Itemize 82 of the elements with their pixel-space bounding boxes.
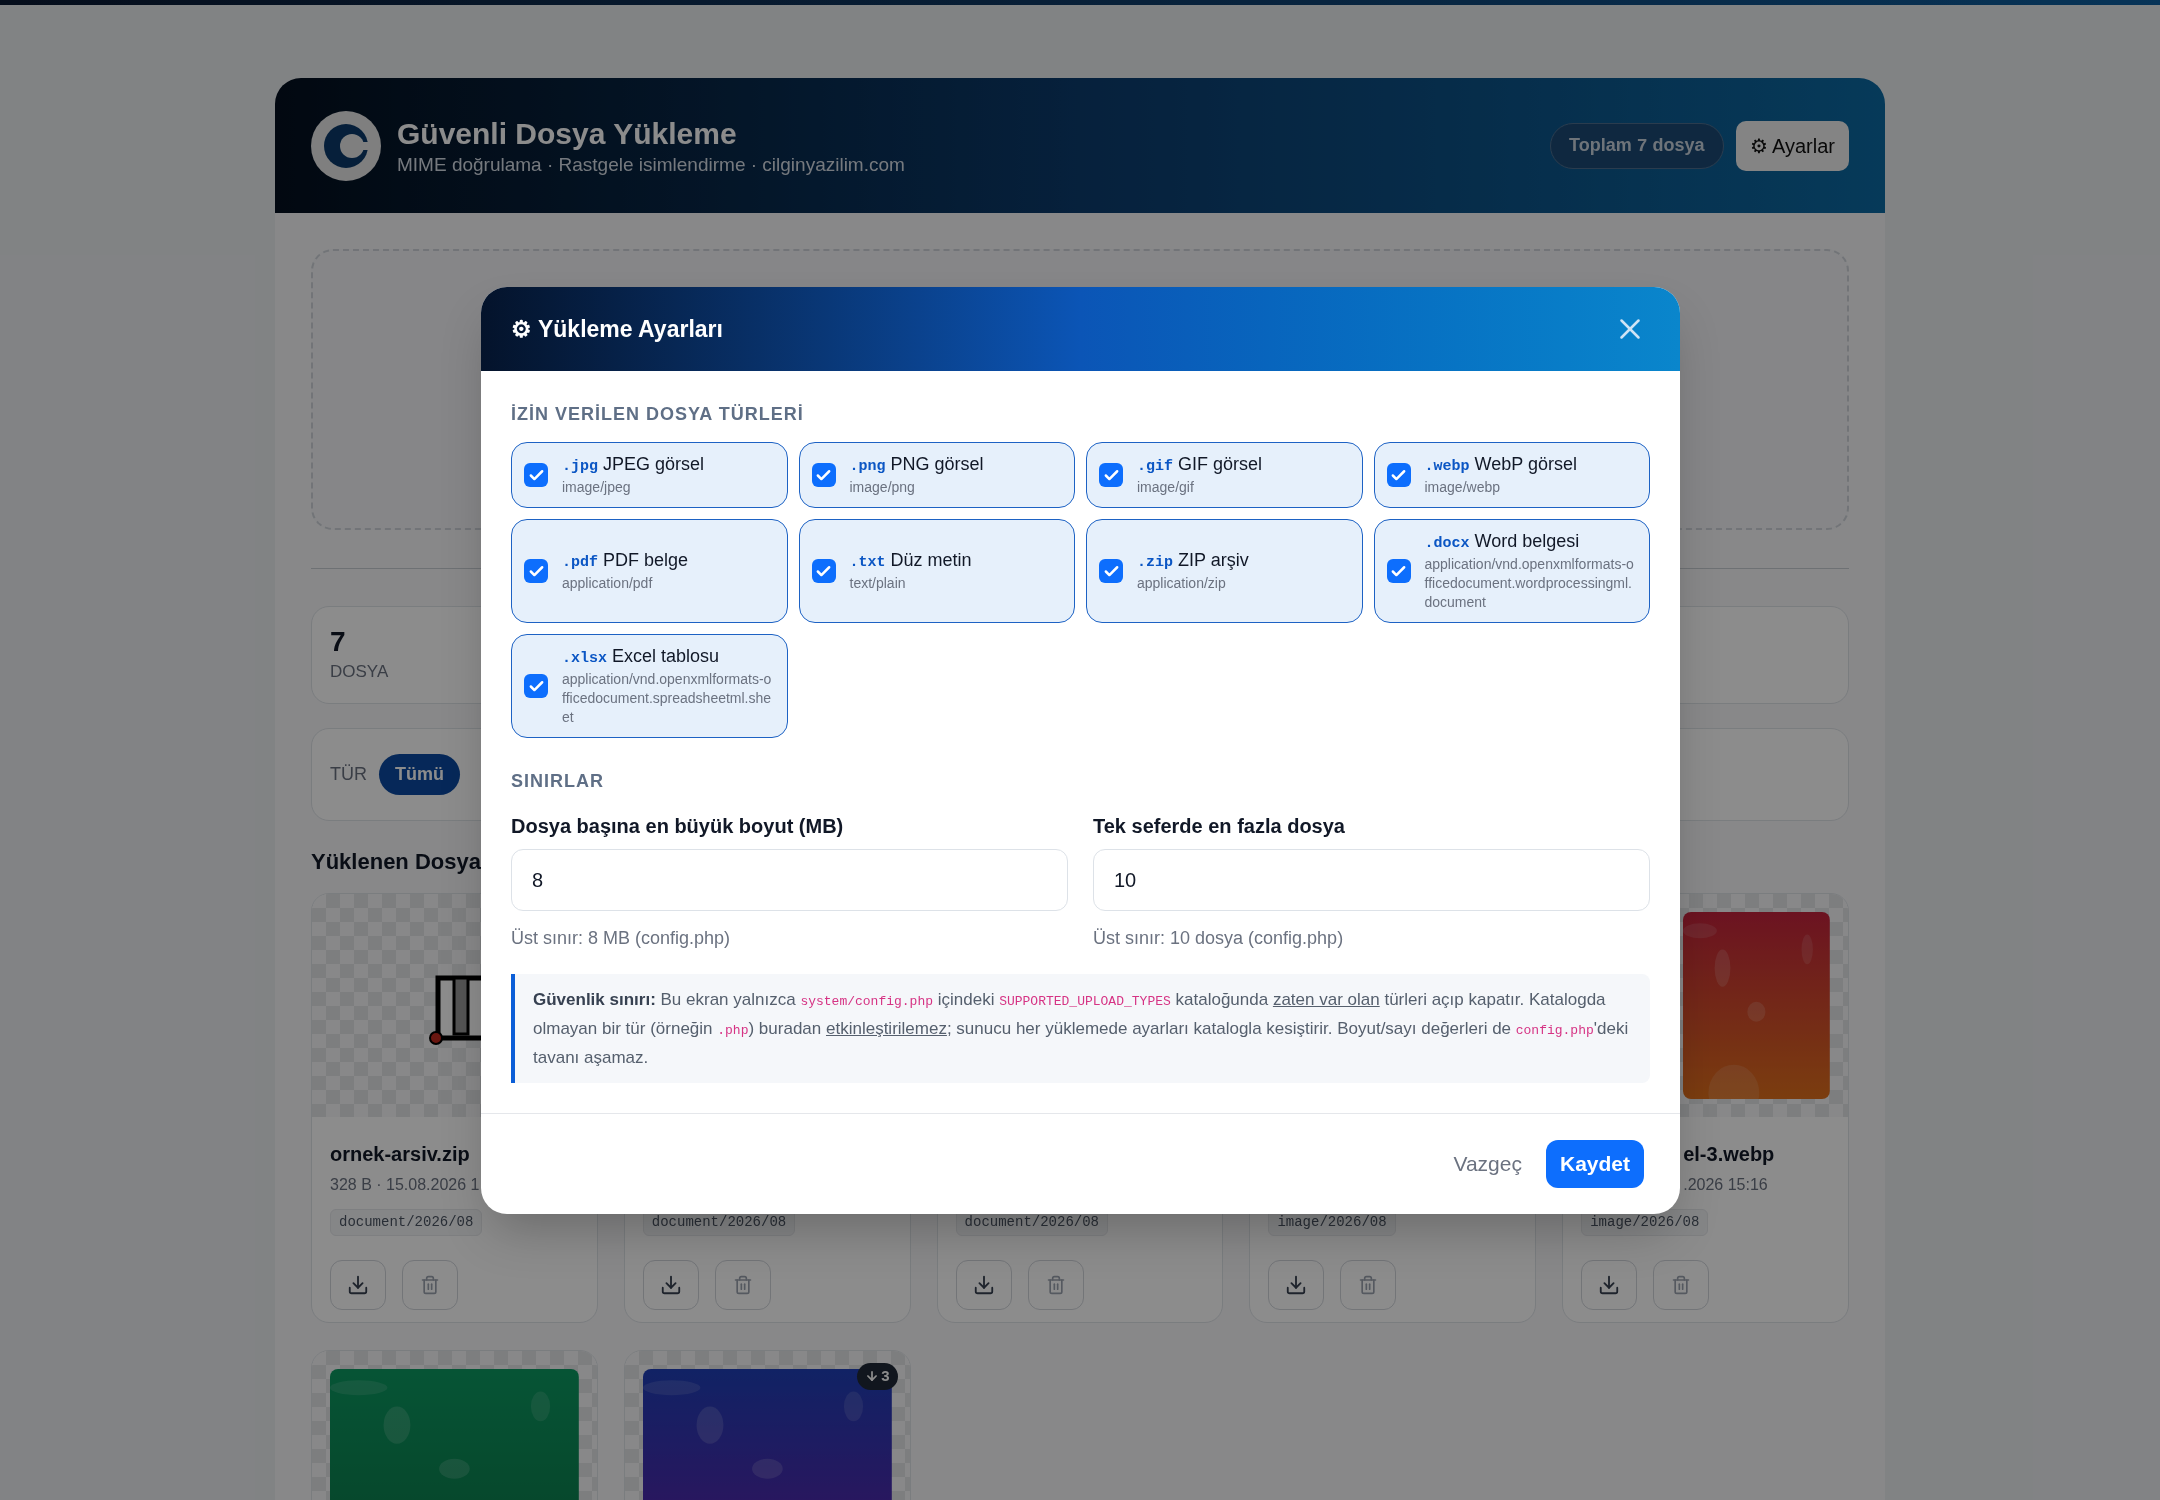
number-field[interactable]: 8: [511, 849, 1068, 911]
download-button[interactable]: [1581, 1260, 1638, 1310]
download-icon: [347, 1274, 369, 1296]
trash-icon: [420, 1275, 440, 1295]
app-subtitle: MIME doğrulama · Rastgele isimlendirme · cilginyazilim.com: [397, 152, 905, 177]
checkbox[interactable]: [524, 559, 548, 583]
mime-type: image/jpeg: [562, 478, 632, 497]
files-heading: Yüklenen Dosya: [311, 848, 481, 876]
download-button[interactable]: [642, 1260, 699, 1310]
file-meta: .2026 15:16: [1683, 1175, 1768, 1195]
type-label: .jpg JPEG görsel: [562, 453, 705, 477]
download-button[interactable]: [1268, 1260, 1325, 1310]
field-help: Üst sınır: 10 dosya (config.php): [1093, 927, 1345, 950]
checkbox[interactable]: [1386, 463, 1411, 487]
field-help: Üst sınır: 8 MB (config.php): [511, 927, 732, 950]
type-label: .webp WebP görsel: [1424, 453, 1577, 477]
file-type-option[interactable]: .png PNG görsel image/png: [798, 442, 1075, 508]
checkbox[interactable]: [1386, 559, 1411, 583]
type-label: .zip ZIP arşiv: [1137, 549, 1249, 573]
folder-tag: document/2026/08: [330, 1209, 483, 1236]
stat-value: 7: [330, 625, 346, 660]
file-meta: 328 B · 15.08.2026 1: [330, 1175, 480, 1195]
trash-icon: [1671, 1275, 1692, 1295]
type-label: .docx Word belgesi: [1424, 530, 1581, 554]
checkbox[interactable]: [524, 463, 548, 487]
file-type-option[interactable]: .webp WebP görsel image/webp: [1373, 442, 1650, 508]
checkbox[interactable]: [811, 463, 836, 487]
file-name: ornek-arsiv.zip: [330, 1142, 470, 1167]
mime-type: image/png: [849, 478, 916, 497]
total-badge: Toplam 7 dosya: [1550, 122, 1724, 169]
trash-icon: [1045, 1275, 1066, 1295]
file-type-option[interactable]: .zip ZIP arşiv application/zip: [1086, 519, 1363, 623]
type-label: .xlsx Excel tablosu: [562, 645, 721, 669]
download-icon: [972, 1274, 995, 1296]
checkbox[interactable]: [524, 674, 548, 698]
field-label: Tek seferde en fazla dosya: [1093, 814, 1346, 839]
type-label: .png PNG görsel: [849, 453, 984, 477]
file-type-option[interactable]: .gif GIF görsel image/gif: [1086, 442, 1363, 508]
save-button[interactable]: Kaydet: [1545, 1140, 1644, 1188]
type-label: .txt Düz metin: [849, 549, 972, 573]
download-button[interactable]: [330, 1260, 386, 1310]
badge-count: 3: [881, 1366, 890, 1386]
limits-heading: SINIRLAR: [511, 770, 605, 793]
mime-type: image/gif: [1137, 478, 1195, 497]
logo-icon: [311, 110, 381, 181]
trash-icon: [732, 1275, 753, 1295]
download-icon: [659, 1274, 682, 1296]
dialog-title: ⚙ Yükleme Ayarları: [511, 314, 723, 344]
security-note: Güvenlik sınırı: Bu ekran yalnızca system/config.php içindeki SUPPORTED_UPLOAD_TYPES kataloğunda zaten var olan türleri açıp kapatır. Katalogda olmayan bir tür (örneğin .php) buradan etkinleştirilemez; sunucu her yüklemede ayarları katalogla kesiştirir. Boyut/sayı değerleri de config.php'deki tavanı aşamaz.: [511, 974, 1650, 1083]
file-name: el-3.webp: [1683, 1142, 1775, 1167]
file-type-option[interactable]: .jpg JPEG görsel image/jpeg: [511, 442, 788, 508]
file-type-option[interactable]: .docx Word belgesi application/vnd.openxmlformats-officedocument.wordprocessingml.document: [1373, 519, 1650, 623]
types-heading: İZİN VERİLEN DOSYA TÜRLERİ: [511, 403, 805, 426]
filter-chip[interactable]: Tümü: [379, 754, 460, 795]
type-label: .gif GIF görsel: [1137, 453, 1263, 477]
download-icon: [1598, 1274, 1621, 1296]
download-button[interactable]: [955, 1260, 1012, 1310]
type-label: .pdf PDF belge: [562, 549, 689, 573]
app-title: Güvenli Dosya Yükleme: [397, 115, 738, 152]
stat-label: DOSYA: [330, 661, 389, 684]
mime-type: image/webp: [1424, 478, 1501, 497]
file-type-option[interactable]: .pdf PDF belge application/pdf: [511, 519, 788, 623]
mime-type: application/vnd.openxmlformats-officedocument.spreadsheetml.sheet: [562, 670, 773, 727]
file-type-option[interactable]: .txt Düz metin text/plain: [798, 519, 1075, 623]
checkbox[interactable]: [1099, 559, 1123, 583]
mime-type: text/plain: [849, 574, 907, 593]
number-field[interactable]: 10: [1093, 849, 1650, 911]
note-link[interactable]: etkinleştirilemez: [826, 1019, 947, 1038]
note-link[interactable]: zaten var olan: [1272, 990, 1380, 1009]
download-icon: [1285, 1274, 1308, 1296]
settings-button[interactable]: ⚙ Ayarlar: [1735, 120, 1849, 171]
download-icon: [865, 1369, 880, 1384]
file-type-option[interactable]: .xlsx Excel tablosu application/vnd.openxmlformats-officedocument.spreadsheetml.sheet: [511, 634, 788, 738]
field-label: Dosya başına en büyük boyut (MB): [511, 814, 845, 839]
checkbox[interactable]: [1099, 463, 1123, 487]
mime-type: application/pdf: [562, 574, 654, 593]
mime-type: application/vnd.openxmlformats-officedocument.wordprocessingml.document: [1424, 555, 1635, 612]
filter-label: TÜR: [330, 763, 367, 786]
checkbox[interactable]: [811, 559, 836, 583]
cancel-button[interactable]: Vazgeç: [1453, 1148, 1522, 1180]
trash-icon: [1358, 1275, 1379, 1295]
mime-type: application/zip: [1137, 574, 1227, 593]
